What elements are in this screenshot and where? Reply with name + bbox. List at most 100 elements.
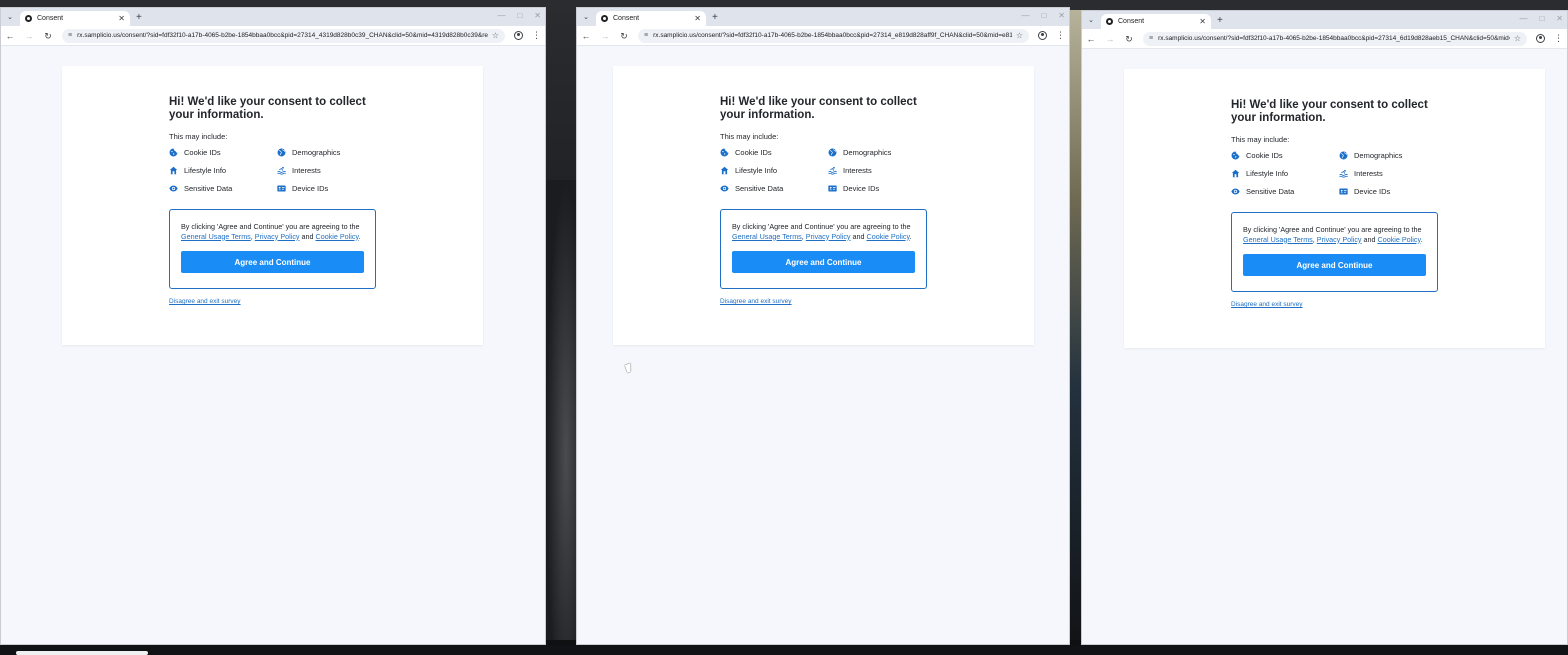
site-settings-icon[interactable]: ≡	[644, 32, 648, 39]
minimize-icon[interactable]: —	[1519, 14, 1527, 23]
browser-menu-icon[interactable]: ⋮	[1056, 31, 1065, 40]
minimize-icon[interactable]: —	[497, 11, 505, 20]
browser-window: ⌄ Consent ✕ + — □ ✕ ← → ↻ ≡ rx.samplicio…	[0, 7, 546, 645]
consent-card: Hi! We'd like your consent to collect yo…	[62, 66, 483, 345]
browser-toolbar: ← → ↻ ≡ rx.samplicio.us/consent/?sid=fdf…	[1, 26, 545, 46]
consent-content: Hi! We'd like your consent to collect yo…	[1231, 99, 1441, 311]
separator-text: ,	[250, 231, 253, 241]
address-bar[interactable]: ≡ rx.samplicio.us/consent/?sid=fdf32f10-…	[62, 28, 505, 43]
period-text: .	[1420, 234, 1423, 244]
tab-close-icon[interactable]: ✕	[1199, 17, 1206, 26]
agree-and-continue-button[interactable]: Agree and Continue	[732, 251, 915, 273]
site-favicon-icon	[601, 15, 608, 22]
maximize-icon[interactable]: □	[1041, 11, 1046, 20]
disagree-exit-link[interactable]: Disagree and exit survey	[169, 298, 241, 305]
site-settings-icon[interactable]: ≡	[68, 32, 72, 39]
item-label: Sensitive Data	[184, 183, 233, 193]
data-types-list: Cookie IDs Demographics Lifestyle Info I…	[720, 147, 930, 193]
new-tab-plus-icon[interactable]: +	[136, 13, 142, 23]
maximize-icon[interactable]: □	[1539, 14, 1544, 23]
item-label: Demographics	[1354, 150, 1403, 160]
privacy-policy-link[interactable]: Privacy Policy	[1317, 235, 1362, 244]
and-text: and	[301, 231, 314, 241]
list-item: Demographics	[277, 147, 377, 157]
close-window-icon[interactable]: ✕	[1556, 14, 1563, 23]
and-text: and	[852, 231, 865, 241]
profile-avatar-icon[interactable]	[1038, 31, 1047, 40]
agreement-box: By clicking 'Agree and Continue' you are…	[169, 209, 376, 289]
general-usage-terms-link[interactable]: General Usage Terms	[732, 232, 802, 241]
id-card-icon	[277, 184, 286, 193]
tab-consent[interactable]: Consent ✕	[20, 11, 130, 26]
forward-arrow-icon[interactable]: →	[600, 31, 610, 41]
new-tab-plus-icon[interactable]: +	[1217, 16, 1223, 26]
reload-icon[interactable]: ↻	[43, 31, 53, 41]
item-label: Cookie IDs	[184, 147, 221, 157]
taskbar-search[interactable]	[16, 651, 148, 655]
list-item: Sensitive Data	[720, 183, 828, 193]
agree-and-continue-button[interactable]: Agree and Continue	[181, 251, 364, 273]
consent-heading: Hi! We'd like your consent to collect yo…	[169, 96, 366, 121]
cookie-policy-link[interactable]: Cookie Policy	[867, 232, 910, 241]
forward-arrow-icon[interactable]: →	[1105, 34, 1115, 44]
minimize-icon[interactable]: —	[1021, 11, 1029, 20]
back-arrow-icon[interactable]: ←	[581, 31, 591, 41]
tab-consent[interactable]: Consent ✕	[1101, 14, 1211, 29]
tab-close-icon[interactable]: ✕	[694, 14, 701, 23]
item-label: Demographics	[292, 147, 341, 157]
item-label: Cookie IDs	[735, 147, 772, 157]
browser-toolbar: ← → ↻ ≡ rx.samplicio.us/consent/?sid=fdf…	[1082, 29, 1567, 49]
close-window-icon[interactable]: ✕	[534, 11, 541, 20]
close-window-icon[interactable]: ✕	[1058, 11, 1065, 20]
item-label: Demographics	[843, 147, 892, 157]
tab-search-chevron-icon[interactable]: ⌄	[1085, 14, 1097, 26]
tab-search-chevron-icon[interactable]: ⌄	[4, 11, 16, 23]
cookie-icon	[1231, 151, 1240, 160]
general-usage-terms-link[interactable]: General Usage Terms	[1243, 235, 1313, 244]
list-item: Device IDs	[1339, 186, 1439, 196]
list-item: Demographics	[828, 147, 928, 157]
list-item: Cookie IDs	[720, 147, 828, 157]
page-viewport: Hi! We'd like your consent to collect yo…	[1082, 49, 1567, 644]
waves-icon	[828, 166, 837, 175]
privacy-policy-link[interactable]: Privacy Policy	[255, 232, 300, 241]
general-usage-terms-link[interactable]: General Usage Terms	[181, 232, 251, 241]
list-item: Lifestyle Info	[1231, 168, 1339, 178]
agreement-text: By clicking 'Agree and Continue' you are…	[732, 222, 915, 241]
back-arrow-icon[interactable]: ←	[1086, 34, 1096, 44]
id-card-icon	[1339, 187, 1348, 196]
disagree-exit-link[interactable]: Disagree and exit survey	[1231, 301, 1303, 308]
forward-arrow-icon[interactable]: →	[24, 31, 34, 41]
address-bar[interactable]: ≡ rx.samplicio.us/consent/?sid=fdf32f10-…	[1143, 31, 1527, 46]
bookmark-star-icon[interactable]: ☆	[492, 31, 499, 40]
site-settings-icon[interactable]: ≡	[1149, 35, 1153, 42]
cookie-icon	[169, 148, 178, 157]
consent-heading: Hi! We'd like your consent to collect yo…	[1231, 99, 1428, 124]
bookmark-star-icon[interactable]: ☆	[1514, 34, 1521, 43]
tab-close-icon[interactable]: ✕	[118, 14, 125, 23]
maximize-icon[interactable]: □	[517, 11, 522, 20]
tab-consent[interactable]: Consent ✕	[596, 11, 706, 26]
item-label: Lifestyle Info	[1246, 168, 1289, 178]
page-viewport: Hi! We'd like your consent to collect yo…	[1, 46, 545, 644]
privacy-policy-link[interactable]: Privacy Policy	[806, 232, 851, 241]
cookie-policy-link[interactable]: Cookie Policy	[316, 232, 359, 241]
address-bar[interactable]: ≡ rx.samplicio.us/consent/?sid=fdf32f10-…	[638, 28, 1029, 43]
agree-and-continue-button[interactable]: Agree and Continue	[1243, 254, 1426, 276]
may-include-label: This may include:	[1231, 135, 1290, 144]
new-tab-plus-icon[interactable]: +	[712, 13, 718, 23]
reload-icon[interactable]: ↻	[619, 31, 629, 41]
profile-avatar-icon[interactable]	[514, 31, 523, 40]
list-item: Device IDs	[828, 183, 928, 193]
back-arrow-icon[interactable]: ←	[5, 31, 15, 41]
browser-menu-icon[interactable]: ⋮	[1554, 34, 1563, 43]
profile-avatar-icon[interactable]	[1536, 34, 1545, 43]
home-icon	[720, 166, 729, 175]
tab-search-chevron-icon[interactable]: ⌄	[580, 11, 592, 23]
reload-icon[interactable]: ↻	[1124, 34, 1134, 44]
bookmark-star-icon[interactable]: ☆	[1016, 31, 1023, 40]
disagree-exit-link[interactable]: Disagree and exit survey	[720, 298, 792, 305]
browser-menu-icon[interactable]: ⋮	[532, 31, 541, 40]
agreement-prefix: By clicking 'Agree and Continue' you are…	[181, 222, 360, 231]
cookie-policy-link[interactable]: Cookie Policy	[1378, 235, 1421, 244]
